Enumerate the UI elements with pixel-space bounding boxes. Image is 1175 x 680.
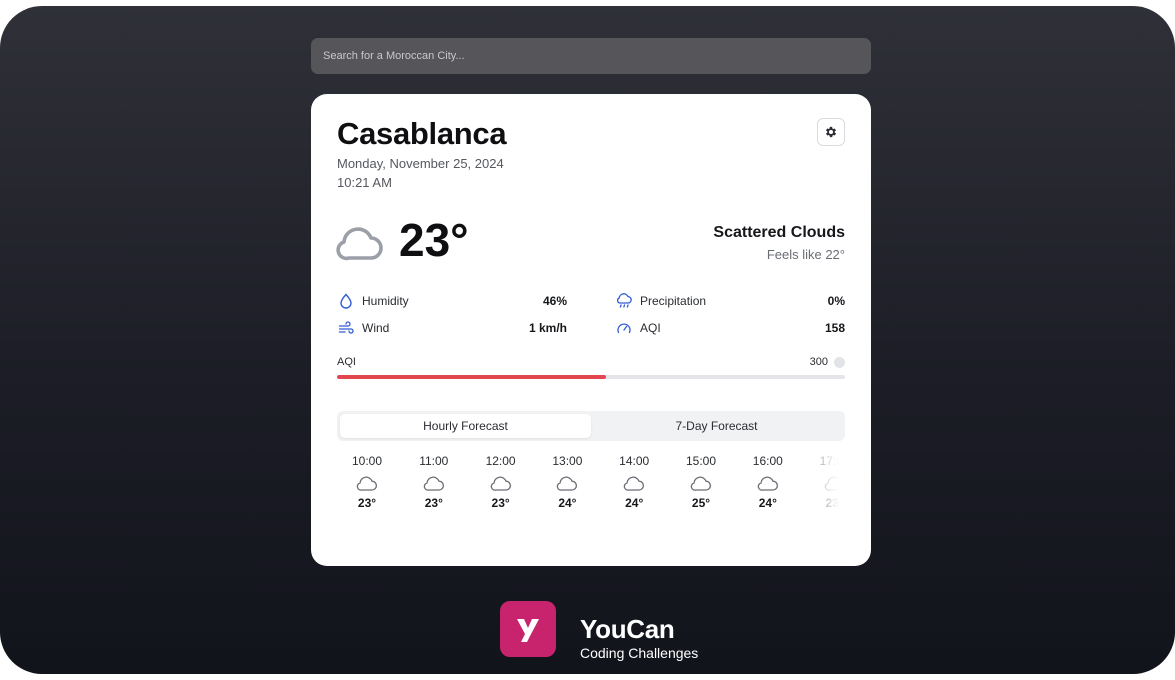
humidity-value: 46% xyxy=(542,294,567,308)
hour-temperature: 23° xyxy=(424,496,443,510)
hourly-forecast-item: 10:00 23° xyxy=(347,454,387,510)
hour-time: 12:00 xyxy=(485,454,516,468)
hour-temperature: 24° xyxy=(625,496,644,510)
forecast-tabs: Hourly Forecast 7-Day Forecast xyxy=(337,411,845,441)
cloud-rain-icon xyxy=(615,292,633,310)
aqi-bar-label: AQI xyxy=(337,356,356,368)
precipitation-label: Precipitation xyxy=(640,294,707,308)
info-icon[interactable] xyxy=(834,357,845,368)
tab-7-day-forecast[interactable]: 7-Day Forecast xyxy=(591,414,842,438)
brand-name: YouCan xyxy=(580,614,675,644)
wind-stat: Wind xyxy=(337,319,389,337)
hourly-forecast-list: 10:00 23° 11:00 23° 12:00 23° 13:00 24° 14:00 24°… xyxy=(337,454,845,526)
weather-card: Casablanca Monday, November 25, 2024 10:… xyxy=(311,94,871,566)
aqi-value: 158 xyxy=(824,321,845,335)
youcan-logo xyxy=(500,601,556,657)
hour-temperature: 23° xyxy=(491,496,510,510)
hourly-forecast-item: 12:00 23° xyxy=(481,454,521,510)
aqi-stat: AQI xyxy=(615,319,661,337)
hour-temperature: 23° xyxy=(825,496,844,510)
humidity-stat: Humidity xyxy=(337,292,409,310)
hourly-forecast-item: 15:00 25° xyxy=(681,454,721,510)
current-time: 10:21 AM xyxy=(337,175,392,190)
humidity-label: Humidity xyxy=(362,294,409,308)
hour-time: 10:00 xyxy=(351,454,383,468)
condition-description: Scattered Clouds xyxy=(713,224,845,241)
hourly-forecast-item: 17:00 23° xyxy=(815,454,845,510)
hour-time: 15:00 xyxy=(685,454,717,468)
youcan-logo-mark xyxy=(517,619,539,642)
precipitation-stat: Precipitation xyxy=(615,292,706,310)
aqi-label: AQI xyxy=(640,321,661,335)
aqi-bar-max: 300 xyxy=(809,356,828,368)
tab-hourly-forecast[interactable]: Hourly Forecast xyxy=(340,414,591,438)
cloud-icon xyxy=(356,476,378,491)
cloud-icon xyxy=(336,227,383,261)
hourly-forecast-item: 11:00 23° xyxy=(414,454,454,510)
search-input[interactable] xyxy=(311,38,871,74)
precipitation-value: 0% xyxy=(827,294,845,308)
brand-subtitle: Coding Challenges xyxy=(580,645,699,661)
droplet-icon xyxy=(337,292,355,310)
wind-icon xyxy=(337,319,355,337)
hourly-forecast-item: 13:00 24° xyxy=(547,454,587,510)
aqi-progress-fill xyxy=(337,375,607,379)
aqi-progress-bar xyxy=(337,375,845,379)
hour-time: 13:00 xyxy=(552,454,583,468)
hourly-forecast-item: 14:00 24° xyxy=(614,454,654,510)
current-temperature: 23° xyxy=(399,214,469,266)
wind-value: 1 km/h xyxy=(528,321,567,335)
city-name: Casablanca xyxy=(337,116,507,151)
cloud-icon xyxy=(690,476,712,491)
settings-button[interactable] xyxy=(817,118,845,146)
gauge-icon xyxy=(615,319,633,337)
hour-temperature: 23° xyxy=(357,496,377,510)
cloud-icon xyxy=(757,476,778,491)
hour-temperature: 24° xyxy=(758,496,777,510)
hour-time: 17:00 xyxy=(819,454,845,468)
gear-icon xyxy=(825,126,837,138)
cloud-icon xyxy=(490,476,511,491)
cloud-icon xyxy=(423,476,444,491)
current-date: Monday, November 25, 2024 xyxy=(337,156,504,171)
hour-time: 14:00 xyxy=(619,454,650,468)
hourly-forecast-item: 16:00 24° xyxy=(748,454,788,510)
feels-like: Feels like 22° xyxy=(766,247,845,262)
hour-time: 11:00 xyxy=(419,454,449,468)
cloud-icon xyxy=(824,476,845,491)
app-background: Casablanca Monday, November 25, 2024 10:… xyxy=(0,6,1175,674)
hour-time: 16:00 xyxy=(752,454,783,468)
hour-temperature: 24° xyxy=(558,496,577,510)
cloud-icon xyxy=(623,476,645,491)
cloud-icon xyxy=(557,476,578,491)
hour-temperature: 25° xyxy=(691,496,711,510)
wind-label: Wind xyxy=(362,321,390,335)
